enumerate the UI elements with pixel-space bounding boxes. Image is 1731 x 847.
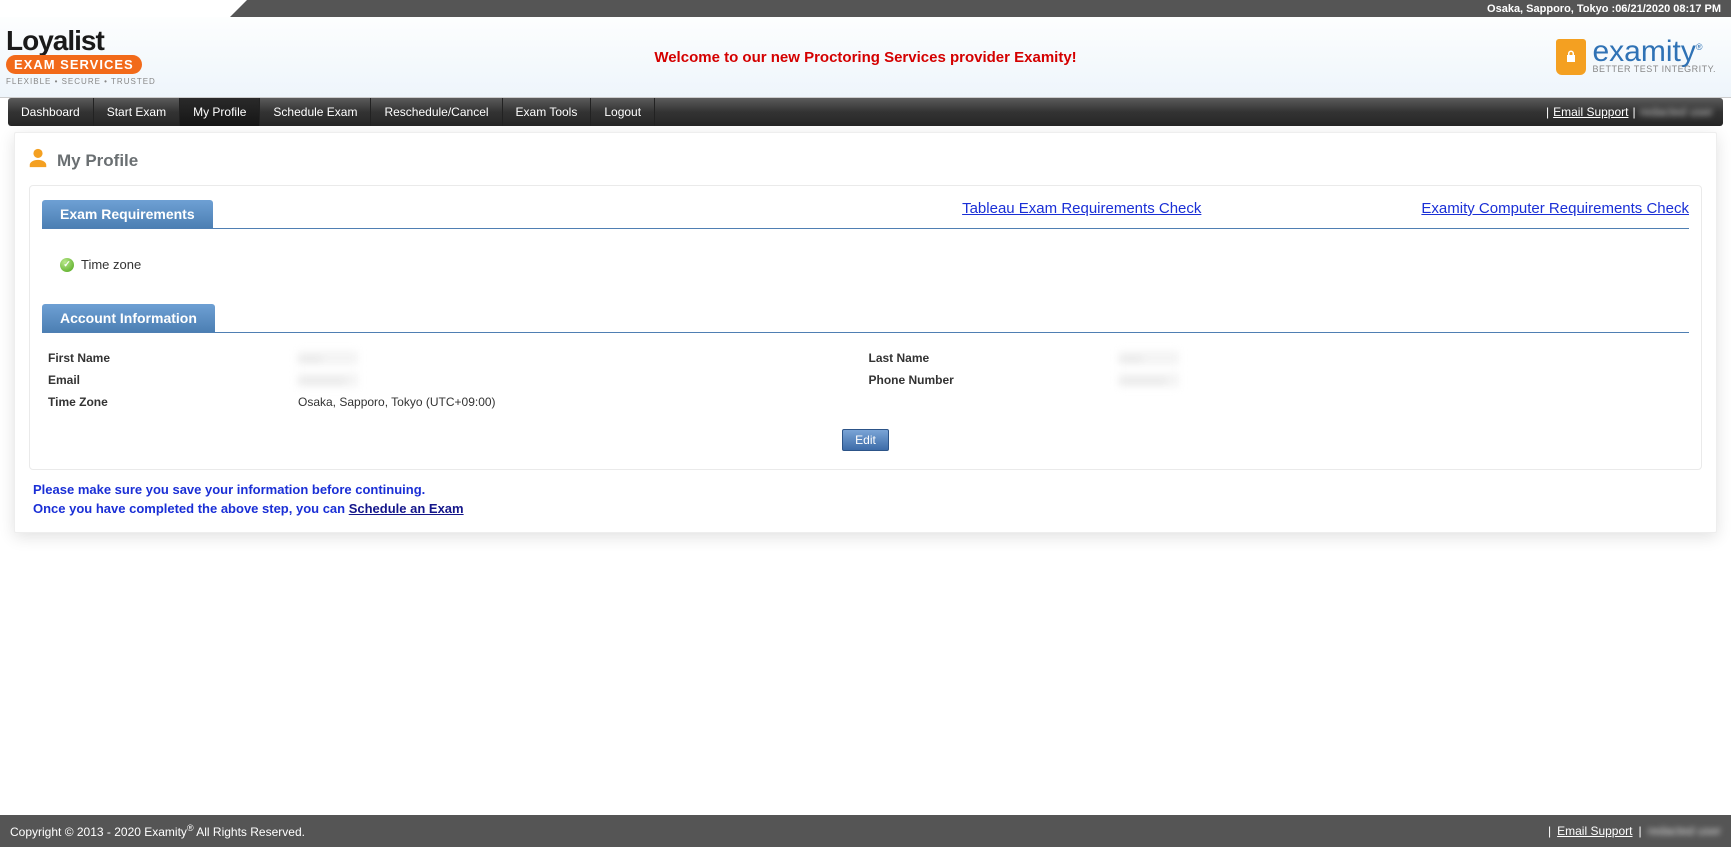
label-timezone: Time Zone bbox=[48, 395, 298, 409]
nav-right: | Email Support | redacted user bbox=[1546, 98, 1723, 126]
nav-email-support-link[interactable]: Email Support bbox=[1553, 105, 1628, 119]
label-first-name: First Name bbox=[48, 351, 298, 365]
nav-pipe-2: | bbox=[1632, 105, 1635, 119]
person-icon bbox=[27, 147, 49, 175]
nav-dashboard[interactable]: Dashboard bbox=[8, 98, 94, 126]
nav-user-display: redacted user bbox=[1640, 105, 1713, 119]
value-first-name: —— bbox=[298, 351, 358, 365]
schedule-exam-link[interactable]: Schedule an Exam bbox=[349, 501, 464, 516]
nav-my-profile[interactable]: My Profile bbox=[180, 98, 260, 126]
welcome-message: Welcome to our new Proctoring Services p… bbox=[654, 49, 1076, 66]
value-email: ———— bbox=[298, 373, 358, 387]
notice-line2-prefix: Once you have completed the above step, … bbox=[33, 501, 349, 516]
footer: Copyright © 2013 - 2020 Examity® All Rig… bbox=[0, 815, 1731, 847]
req-timezone-label: Time zone bbox=[81, 257, 141, 272]
exam-req-tab: Exam Requirements bbox=[42, 200, 213, 228]
tableau-req-check-link[interactable]: Tableau Exam Requirements Check bbox=[962, 200, 1201, 217]
footer-copyright: Copyright © 2013 - 2020 Examity® All Rig… bbox=[10, 823, 305, 839]
nav-exam-tools[interactable]: Exam Tools bbox=[503, 98, 592, 126]
footer-pipe: | bbox=[1548, 824, 1551, 838]
page-title-row: My Profile bbox=[25, 143, 1706, 185]
label-email: Email bbox=[48, 373, 298, 387]
top-status-bar: Osaka, Sapporo, Tokyo :06/21/2020 08:17 … bbox=[0, 0, 1731, 17]
content-box: Exam Requirements Tableau Exam Requireme… bbox=[29, 185, 1702, 470]
edit-button[interactable]: Edit bbox=[842, 429, 889, 451]
notice-schedule-exam: Once you have completed the above step, … bbox=[25, 499, 1706, 518]
req-item-timezone: ✓ Time zone bbox=[42, 243, 1689, 286]
exam-req-links: Tableau Exam Requirements Check Examity … bbox=[962, 200, 1689, 221]
label-last-name: Last Name bbox=[869, 351, 1119, 365]
nav-reschedule-cancel[interactable]: Reschedule/Cancel bbox=[371, 98, 502, 126]
footer-email-support-link[interactable]: Email Support bbox=[1557, 824, 1632, 838]
top-datetime: Osaka, Sapporo, Tokyo :06/21/2020 08:17 … bbox=[1487, 3, 1721, 15]
notice-save-info: Please make sure you save your informati… bbox=[25, 480, 1706, 499]
value-last-name: —— bbox=[1119, 351, 1179, 365]
nav-start-exam[interactable]: Start Exam bbox=[94, 98, 180, 126]
examity-wordmark: examity® bbox=[1592, 40, 1716, 64]
footer-user-display: redacted user bbox=[1648, 824, 1721, 838]
footer-right: | Email Support | redacted user bbox=[1548, 824, 1721, 838]
edit-button-row: Edit bbox=[42, 423, 1689, 455]
page-container: My Profile Exam Requirements Tableau Exa… bbox=[14, 132, 1717, 533]
account-info-tab: Account Information bbox=[42, 304, 215, 332]
nav-schedule-exam[interactable]: Schedule Exam bbox=[260, 98, 371, 126]
main-nav: Dashboard Start Exam My Profile Schedule… bbox=[8, 98, 1723, 126]
value-phone: ———— bbox=[1119, 373, 1179, 387]
loyalist-logo: Loyalist EXAM SERVICES FLEXIBLE • SECURE… bbox=[0, 28, 156, 86]
shield-lock-icon bbox=[1556, 39, 1586, 75]
loyalist-tagline: FLEXIBLE • SECURE • TRUSTED bbox=[6, 77, 156, 86]
label-phone: Phone Number bbox=[869, 373, 1119, 387]
banner: Loyalist EXAM SERVICES FLEXIBLE • SECURE… bbox=[0, 17, 1731, 98]
loyalist-badge: EXAM SERVICES bbox=[6, 55, 142, 74]
nav-spacer bbox=[655, 98, 1546, 126]
check-circle-icon: ✓ bbox=[60, 258, 74, 272]
account-info-grid: First Name —— Last Name —— Email ———— Ph… bbox=[42, 347, 1689, 423]
footer-pipe-2: | bbox=[1638, 824, 1641, 838]
examity-req-check-link[interactable]: Examity Computer Requirements Check bbox=[1421, 200, 1689, 217]
exam-req-header-row: Exam Requirements Tableau Exam Requireme… bbox=[42, 200, 1689, 229]
nav-logout[interactable]: Logout bbox=[591, 98, 655, 126]
loyalist-wordmark: Loyalist bbox=[6, 28, 156, 53]
page-title: My Profile bbox=[57, 151, 138, 171]
examity-tagline: BETTER TEST INTEGRITY. bbox=[1592, 64, 1716, 74]
nav-pipe: | bbox=[1546, 105, 1549, 119]
examity-logo: examity® BETTER TEST INTEGRITY. bbox=[1556, 39, 1731, 75]
account-header-row: Account Information bbox=[42, 304, 1689, 333]
corner-notch-decor bbox=[0, 0, 230, 17]
value-timezone: Osaka, Sapporo, Tokyo (UTC+09:00) bbox=[298, 395, 869, 409]
